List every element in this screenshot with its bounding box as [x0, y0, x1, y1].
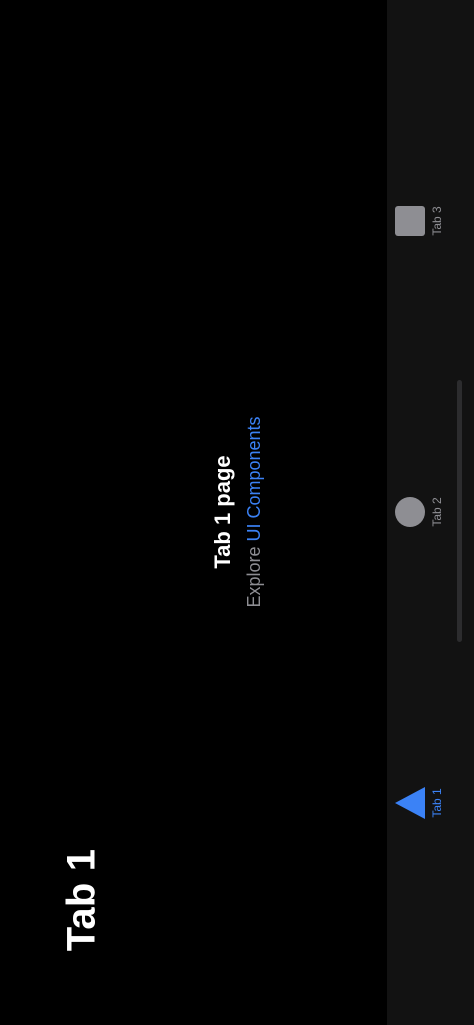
large-title: Tab 1 — [59, 848, 104, 952]
tab-bar: Tab 3 Tab 2 Tab 1 — [387, 0, 474, 1025]
explore-text: Explore — [244, 541, 264, 608]
tab-1-label: Tab 1 — [430, 788, 444, 818]
triangle-icon — [395, 787, 425, 819]
tab-2-label: Tab 2 — [430, 497, 444, 527]
explore-line: Explore UI Components — [241, 416, 267, 607]
circle-icon — [395, 497, 425, 527]
scrollbar[interactable] — [457, 380, 462, 642]
page-title: Tab 1 page — [210, 455, 235, 569]
tab-1[interactable]: Tab 1 — [387, 758, 474, 848]
square-icon — [395, 206, 425, 236]
tab-3-label: Tab 3 — [430, 206, 444, 236]
ui-components-link[interactable]: UI Components — [244, 416, 264, 541]
screen: Tab 1 Tab 1 page Explore UI Components T… — [0, 0, 474, 1025]
tab-3[interactable]: Tab 3 — [387, 176, 474, 266]
content-center: Tab 1 page Explore UI Components — [209, 416, 267, 607]
main-content: Tab 1 Tab 1 page Explore UI Components — [0, 0, 387, 1025]
